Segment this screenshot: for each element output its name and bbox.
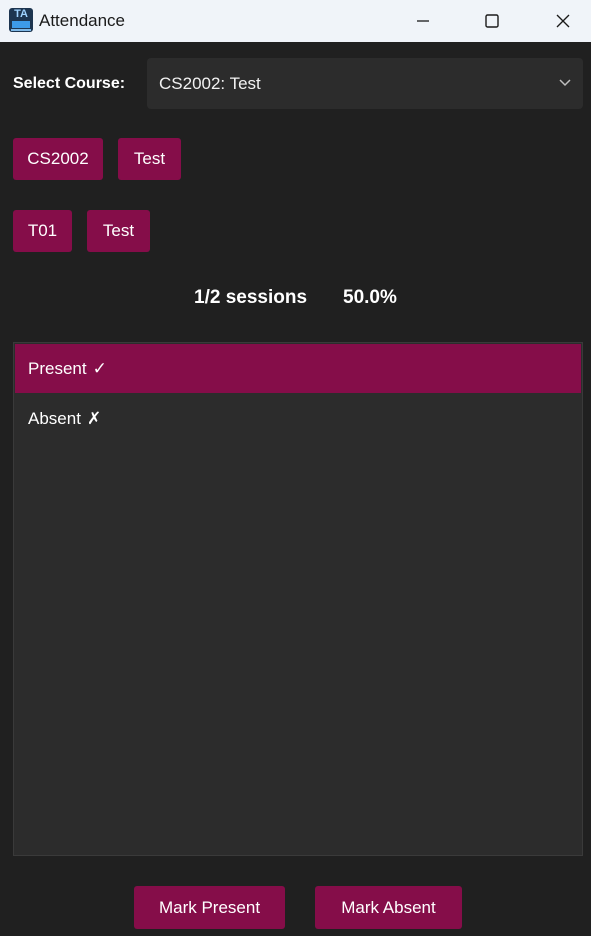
mark-present-button[interactable]: Mark Present	[134, 886, 285, 929]
app-icon-text: TA	[14, 8, 28, 20]
minimize-icon	[417, 20, 429, 22]
check-icon: ✓	[92, 359, 107, 378]
app-icon-band	[12, 21, 30, 28]
chevron-down-icon	[559, 79, 571, 87]
course-dropdown-value: CS2002: Test	[159, 74, 261, 93]
close-button[interactable]	[540, 0, 586, 42]
course-name-chip[interactable]: Test	[118, 138, 181, 180]
attendance-percentage: 50.0%	[343, 287, 397, 308]
title-bar: TA Attendance	[0, 0, 591, 42]
app-icon: TA	[9, 8, 33, 32]
tutorial-code-chip[interactable]: T01	[13, 210, 72, 252]
cross-icon: ✗	[86, 409, 102, 428]
tutorial-name-chip[interactable]: Test	[87, 210, 150, 252]
course-dropdown[interactable]: CS2002: Test	[147, 58, 583, 109]
close-icon	[556, 14, 570, 28]
list-item-status: Absent	[28, 409, 81, 428]
list-item-status: Present	[28, 359, 87, 378]
attendance-list[interactable]: Present ✓ Absent ✗	[13, 342, 583, 856]
window-title: Attendance	[39, 11, 126, 30]
course-code-chip[interactable]: CS2002	[13, 138, 103, 180]
mark-absent-button[interactable]: Mark Absent	[315, 886, 462, 929]
minimize-button[interactable]	[400, 0, 446, 42]
course-label: Select Course:	[13, 75, 126, 92]
sessions-count: 1/2 sessions	[194, 287, 308, 308]
app-icon-line	[11, 29, 31, 31]
list-item-absent[interactable]: Absent ✗	[15, 394, 581, 443]
maximize-button[interactable]	[469, 0, 515, 42]
list-item-present[interactable]: Present ✓	[15, 344, 581, 393]
maximize-icon	[485, 14, 499, 28]
